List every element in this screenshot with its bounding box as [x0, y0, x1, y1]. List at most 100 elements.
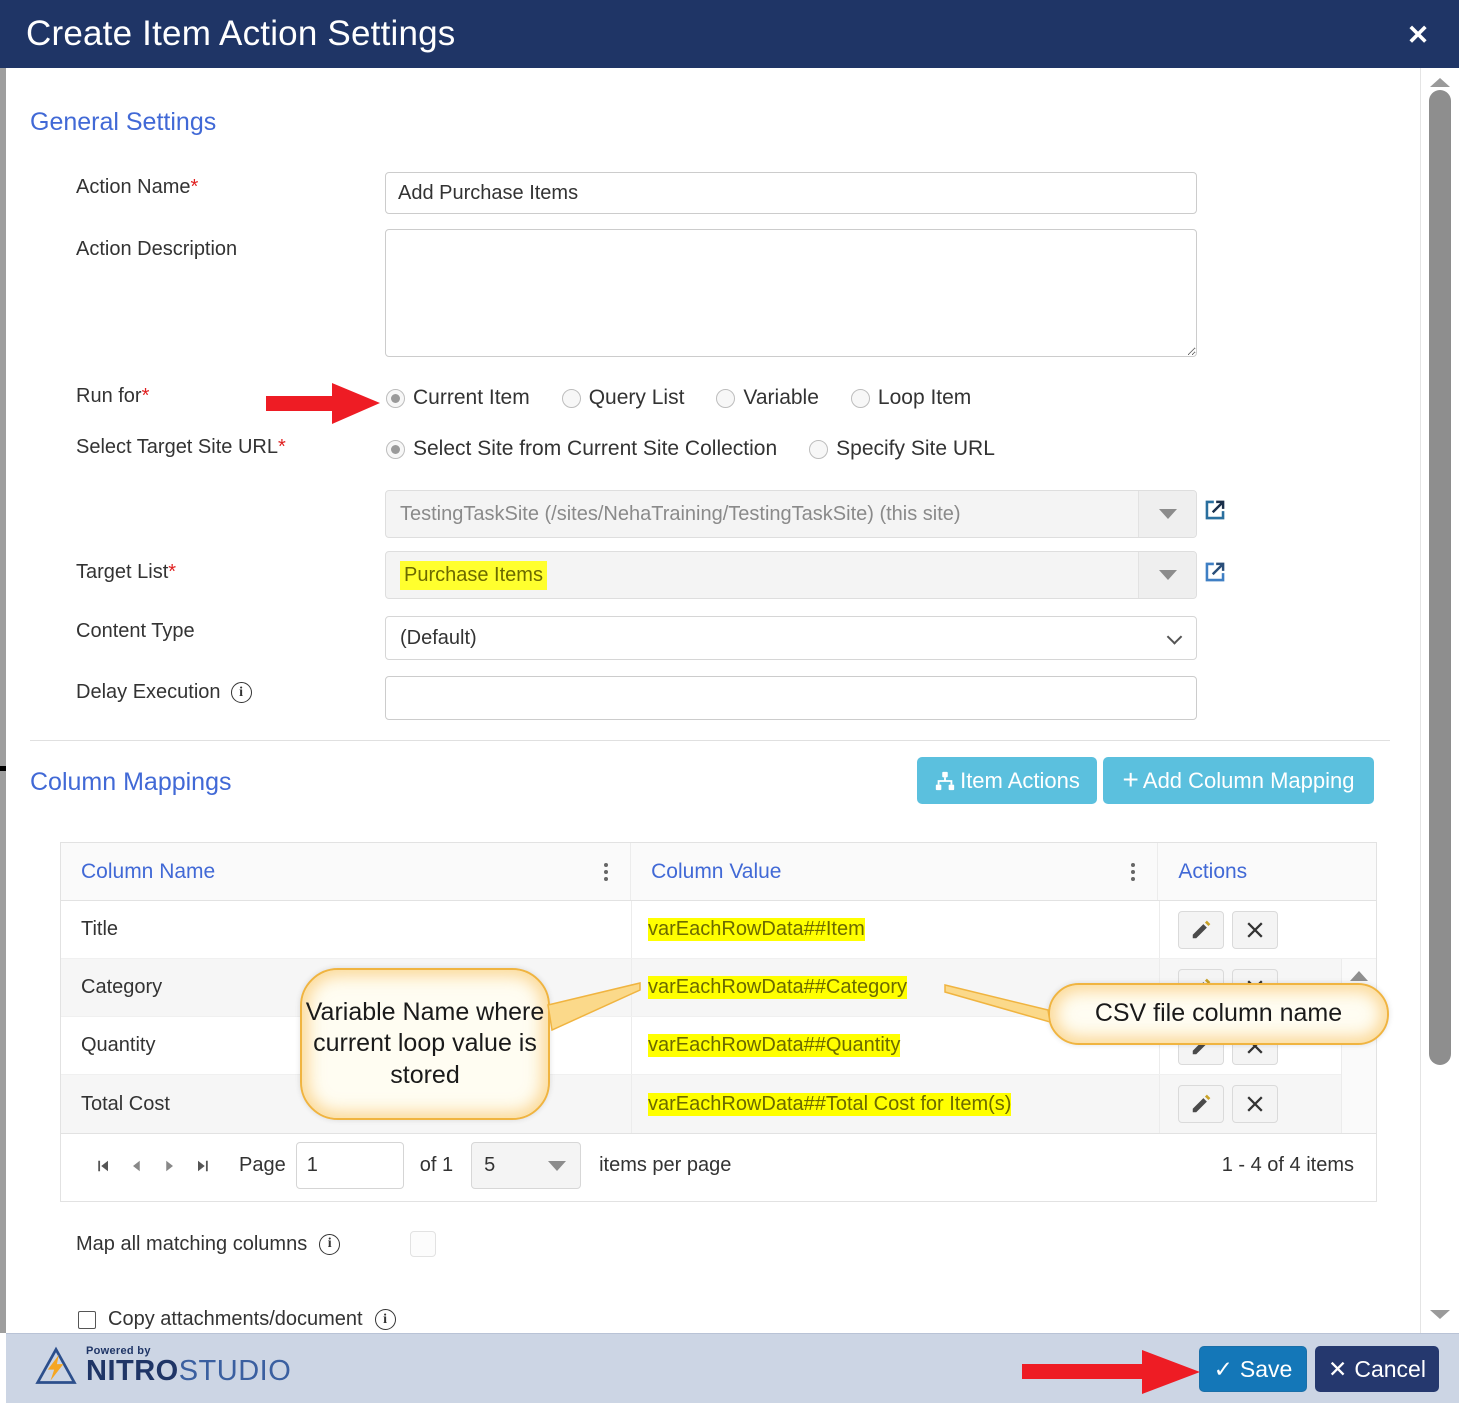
row-column-value-text: varEachRowData##Total Cost for Item(s)	[648, 1092, 1012, 1116]
x-icon: ✕	[1328, 1355, 1348, 1382]
row-column-value: varEachRowData##Total Cost for Item(s)	[632, 1075, 1160, 1133]
copy-attachments-info-icon[interactable]: i	[374, 1309, 396, 1330]
scroll-up-arrow-icon[interactable]	[1430, 78, 1450, 87]
annotation-callout-variable-name-text: Variable Name where current loop value i…	[305, 998, 545, 1089]
radio-select-site-from-collection[interactable]	[386, 439, 405, 459]
grid-scroll-up-icon[interactable]	[1350, 971, 1368, 981]
scroll-down-arrow-icon[interactable]	[1430, 1310, 1450, 1319]
section-divider	[30, 740, 1390, 741]
column-name-menu-icon[interactable]	[604, 862, 609, 881]
radio-label-variable[interactable]: Variable	[743, 386, 819, 410]
table-row[interactable]: Title varEachRowData##Item	[61, 901, 1376, 959]
map-all-matching-columns-checkbox[interactable]	[410, 1231, 437, 1257]
delete-x-icon[interactable]	[1232, 910, 1278, 949]
column-value-menu-icon[interactable]	[1131, 862, 1136, 881]
action-description-textarea[interactable]	[385, 229, 1197, 357]
scrollbar-thumb[interactable]	[1429, 90, 1451, 1065]
radio-variable[interactable]	[716, 388, 736, 408]
page-next-icon[interactable]	[153, 1149, 187, 1183]
dialog-body: General Settings Action Name* Action Des…	[6, 68, 1420, 1333]
radio-query-list[interactable]	[561, 388, 581, 408]
delay-execution-label-row: Delay Execution i	[76, 681, 252, 704]
chevron-down-icon-3	[1166, 629, 1183, 645]
target-site-url-required: *	[277, 436, 286, 458]
pager-total-label: 1 - 4 of 4 items	[1221, 1154, 1354, 1176]
page-prev-icon[interactable]	[119, 1149, 153, 1183]
content-type-value: (Default)	[400, 626, 477, 649]
action-name-label: Action Name	[76, 176, 191, 198]
radio-specify-site-url[interactable]	[809, 439, 829, 459]
row-column-value-text: varEachRowData##Category	[648, 976, 908, 999]
open-list-external-link-icon[interactable]	[1201, 558, 1229, 586]
delay-execution-info-icon[interactable]: i	[230, 682, 252, 703]
dialog-footer: Powered by NITROSTUDIO ✓ Save ✕ Cancel	[6, 1333, 1459, 1403]
target-list-value: Purchase Items	[400, 560, 547, 590]
delete-x-icon[interactable]	[1232, 1085, 1278, 1123]
target-list-label-row: Target List *	[76, 561, 176, 584]
add-column-mapping-button[interactable]: + Add Column Mapping	[1103, 757, 1374, 804]
grid-pager: Page of 1 5 items per page 1 - 4 of 4 it…	[61, 1133, 1376, 1197]
logo-nitro: NITRO	[86, 1355, 179, 1387]
delay-execution-label: Delay Execution	[76, 681, 221, 703]
copy-attachments-checkbox[interactable]	[78, 1310, 96, 1329]
run-for-label: Run for	[76, 385, 142, 407]
delay-execution-input[interactable]	[385, 676, 1197, 720]
map-all-matching-columns-info-icon[interactable]: i	[319, 1233, 341, 1255]
grid-header-column-name: Column Name	[61, 843, 632, 900]
page-size-select[interactable]: 5	[471, 1142, 582, 1189]
close-icon[interactable]: ✕	[1401, 18, 1435, 52]
logo-studio: STUDIO	[178, 1355, 292, 1387]
action-name-input[interactable]	[385, 172, 1197, 214]
radio-label-current-item[interactable]: Current Item	[413, 386, 530, 410]
sitemap-icon	[935, 771, 955, 790]
action-description-label-row: Action Description	[76, 238, 237, 261]
row-column-value-text: varEachRowData##Item	[648, 918, 865, 941]
item-actions-button[interactable]: Item Actions	[917, 757, 1097, 804]
content-type-label-row: Content Type	[76, 620, 195, 643]
grid-header-column-value: Column Value	[631, 843, 1159, 900]
target-site-url-label: Select Target Site URL	[76, 436, 278, 458]
page-of-label: of 1	[419, 1154, 454, 1176]
dialog-title: Create Item Action Settings	[26, 14, 456, 53]
radio-label-select-site-from-collection[interactable]: Select Site from Current Site Collection	[413, 437, 777, 461]
cancel-button[interactable]: ✕ Cancel	[1315, 1346, 1439, 1392]
map-all-matching-columns-label: Map all matching columns	[76, 1232, 308, 1255]
chevron-down-icon[interactable]	[1138, 491, 1196, 537]
target-list-required: *	[168, 561, 177, 583]
page-size-value: 5	[484, 1154, 496, 1176]
radio-label-query-list[interactable]: Query List	[589, 386, 685, 410]
content-type-select[interactable]: (Default)	[385, 616, 1197, 660]
create-item-action-settings-dialog: Create Item Action Settings ✕ General Se…	[0, 0, 1459, 1403]
run-for-label-row: Run for *	[76, 385, 149, 408]
radio-current-item[interactable]	[386, 388, 405, 408]
save-button-label: Save	[1239, 1355, 1293, 1382]
edit-pencil-icon[interactable]	[1178, 910, 1224, 949]
edit-pencil-icon[interactable]	[1178, 1085, 1224, 1123]
page-last-icon[interactable]	[187, 1149, 221, 1183]
annotation-callout-variable-name: Variable Name where current loop value i…	[300, 968, 550, 1120]
column-mappings-heading: Column Mappings	[30, 768, 232, 796]
run-for-required: *	[141, 385, 150, 407]
page-label: Page	[239, 1154, 286, 1176]
target-list-dropdown[interactable]: Purchase Items	[385, 551, 1197, 599]
chevron-down-icon-2[interactable]	[1138, 552, 1196, 598]
run-for-radio-group: Current Item Query List Variable Loop It…	[386, 386, 995, 410]
radio-label-loop-item[interactable]: Loop Item	[878, 386, 971, 410]
action-description-label: Action Description	[76, 238, 238, 260]
grid-header-row: Column Name Column Value Actions	[61, 843, 1376, 901]
radio-loop-item[interactable]	[850, 388, 870, 408]
save-button[interactable]: ✓ Save	[1199, 1346, 1307, 1392]
table-row[interactable]: Total Cost varEachRowData##Total Cost fo…	[61, 1075, 1376, 1133]
map-all-matching-columns-row: Map all matching columns i	[76, 1231, 437, 1257]
row-column-value: varEachRowData##Item	[632, 901, 1160, 958]
page-number-input[interactable]	[295, 1142, 404, 1189]
row-column-value-text: varEachRowData##Quantity	[648, 1034, 901, 1057]
add-column-mapping-button-label: Add Column Mapping	[1142, 767, 1355, 793]
dialog-scrollbar[interactable]	[1420, 68, 1459, 1333]
open-site-external-link-icon[interactable]	[1201, 496, 1229, 524]
copy-attachments-row: Copy attachments/document i	[78, 1308, 396, 1331]
target-site-dropdown[interactable]: TestingTaskSite (/sites/NehaTraining/Tes…	[385, 490, 1197, 538]
content-type-label: Content Type	[76, 620, 195, 642]
radio-label-specify-site-url[interactable]: Specify Site URL	[836, 437, 995, 461]
page-first-icon[interactable]	[85, 1149, 119, 1183]
